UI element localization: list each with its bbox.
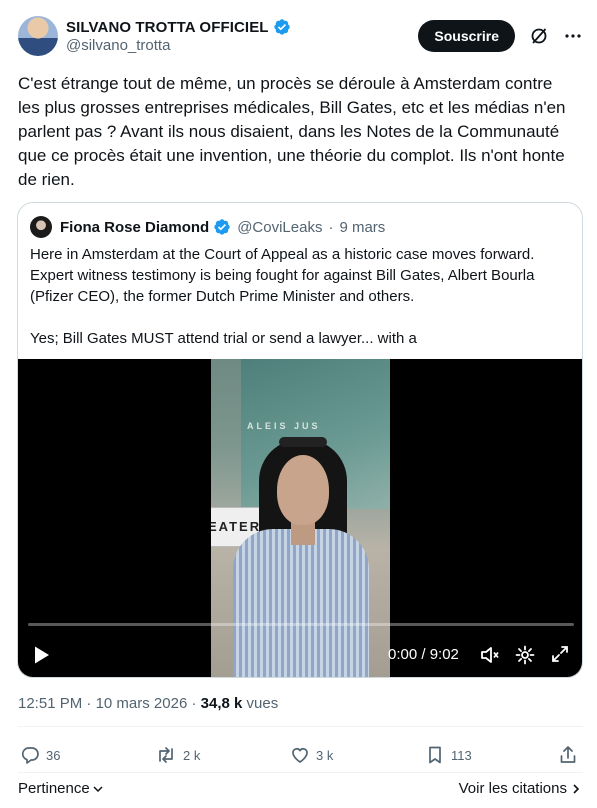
subscribe-button[interactable]: Souscrire: [418, 20, 515, 52]
person-face: [277, 455, 329, 525]
repost-icon: [159, 747, 173, 763]
header-actions: Souscrire: [418, 20, 583, 52]
repost-button[interactable]: 2 k: [155, 745, 200, 765]
share-icon: [560, 746, 576, 763]
heart-icon: [292, 748, 308, 763]
bookmark-button[interactable]: 113: [425, 745, 472, 765]
fullscreen-icon[interactable]: [550, 644, 570, 669]
views-count: 34,8 k: [200, 695, 243, 712]
reply-icon: [21, 747, 39, 764]
view-quotes-label: Voir les citations: [458, 780, 567, 797]
reply-count: 36: [46, 747, 61, 763]
sunglasses-on-head: [279, 437, 327, 447]
tweet-action-bar: 36 2 k 3 k 113: [20, 745, 580, 769]
volume-icon[interactable]: [479, 644, 501, 671]
meta-separator: ·: [86, 695, 92, 712]
quoted-tweet[interactable]: Fiona Rose Diamond @CoviLeaks · 9 mars H…: [17, 202, 583, 678]
video-player[interactable]: ALEIS JUS EATER 0:00 / 9:02: [18, 359, 582, 677]
play-icon[interactable]: [33, 645, 51, 670]
sort-label: Pertinence: [18, 780, 90, 797]
quoted-author-handle: @CoviLeaks: [237, 218, 323, 236]
author-display-name[interactable]: SILVANO TROTTA OFFICIEL: [66, 19, 269, 36]
settings-gear-icon[interactable]: [514, 644, 536, 671]
banner-text: EATER: [211, 519, 262, 534]
tweet-header: SILVANO TROTTA OFFICIEL @silvano_trotta …: [18, 14, 583, 58]
video-progress-bar[interactable]: [28, 623, 574, 626]
quoted-author-name: Fiona Rose Diamond: [60, 218, 210, 236]
chevron-down-icon: [93, 785, 103, 792]
quoted-tweet-header: Fiona Rose Diamond @CoviLeaks · 9 mars: [30, 216, 385, 238]
bookmark-count: 113: [451, 747, 472, 763]
video-frame: ALEIS JUS EATER: [211, 359, 390, 677]
repost-count: 2 k: [183, 747, 201, 763]
quoted-verified-badge-icon: [213, 218, 231, 236]
divider-top: [18, 726, 583, 727]
author-handle[interactable]: @silvano_trotta: [66, 37, 291, 54]
quoted-author-avatar: [30, 216, 52, 238]
meta-separator-2: ·: [191, 695, 197, 712]
divider-bottom: [18, 772, 583, 773]
building-lettering: ALEIS JUS: [247, 421, 321, 431]
tweet-text: C'est étrange tout de même, un procès se…: [18, 74, 566, 189]
views-label: vues: [246, 695, 279, 712]
replies-footer: Pertinence Voir les citations: [18, 780, 581, 800]
quoted-separator: ·: [328, 218, 334, 236]
chevron-right-icon: [573, 783, 580, 794]
video-controls: 0:00 / 9:02: [18, 639, 582, 671]
verified-badge-icon[interactable]: [273, 18, 291, 36]
more-dots-icon[interactable]: [563, 26, 583, 46]
view-quotes-link[interactable]: Voir les citations: [459, 780, 581, 797]
tweet-date[interactable]: 10 mars 2026: [96, 695, 188, 712]
tweet-time[interactable]: 12:51 PM: [18, 695, 82, 712]
like-count: 3 k: [316, 747, 334, 763]
author-name-line: SILVANO TROTTA OFFICIEL: [66, 18, 291, 36]
reply-button[interactable]: 36: [20, 745, 60, 765]
author-info: SILVANO TROTTA OFFICIEL @silvano_trotta: [66, 18, 291, 54]
like-button[interactable]: 3 k: [290, 745, 333, 765]
grok-icon[interactable]: [529, 26, 549, 46]
author-avatar[interactable]: [18, 16, 58, 56]
quoted-date: 9 mars: [339, 218, 386, 236]
bookmark-icon: [429, 746, 441, 764]
share-button[interactable]: [558, 745, 578, 765]
tweet-timestamp-line: 12:51 PM · 10 mars 2026 · 34,8 k vues: [18, 695, 278, 712]
sort-dropdown[interactable]: Pertinence: [18, 780, 104, 797]
video-timecode: 0:00 / 9:02: [388, 646, 459, 663]
quoted-tweet-text: Here in Amsterdam at the Court of Appeal…: [30, 246, 535, 347]
